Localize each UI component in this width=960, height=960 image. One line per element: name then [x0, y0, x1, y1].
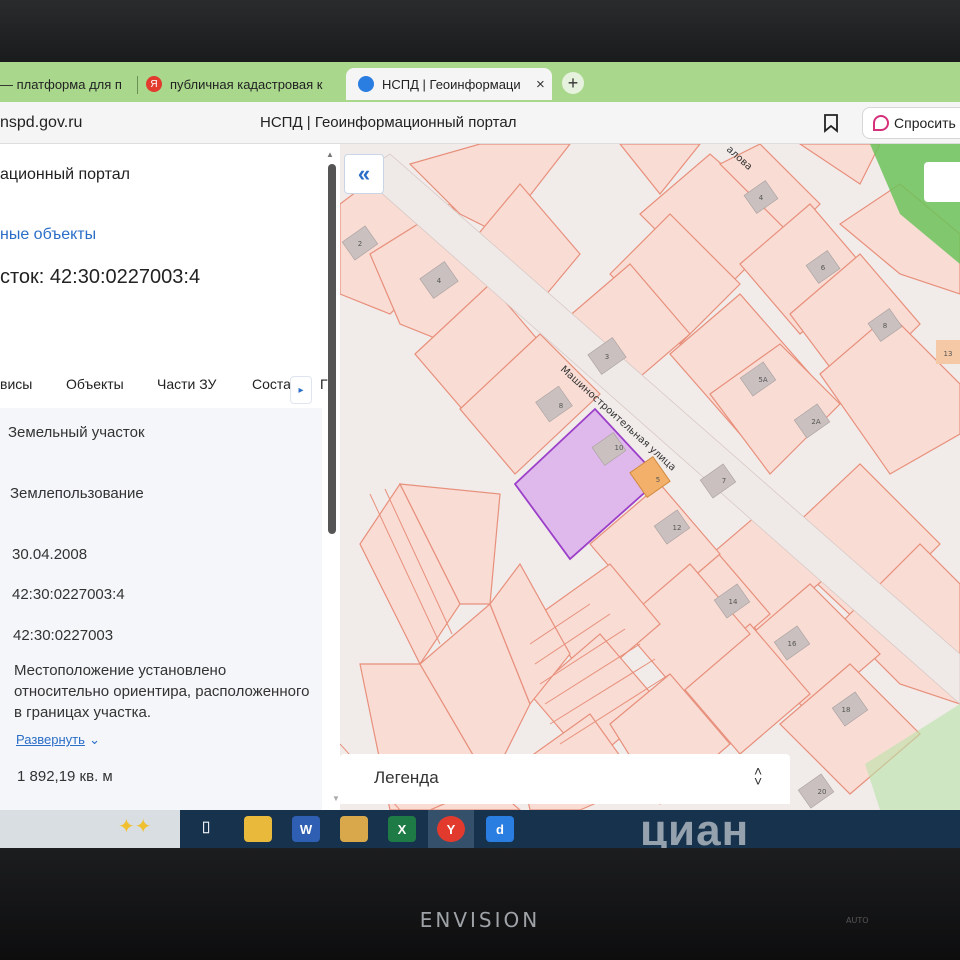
parcel-number: 4 [437, 277, 442, 285]
chevron-down-icon: ⌄ [89, 732, 100, 747]
monitor-bezel-bottom [0, 848, 960, 960]
archive-icon[interactable] [340, 816, 368, 842]
yandex-browser-icon[interactable]: Y [437, 816, 465, 842]
panel-scrollbar[interactable] [328, 164, 336, 534]
tab-nspd[interactable]: НСПД | Геоинформаци × [346, 68, 552, 100]
parcel-header: сток: 42:30:0227003:4 [0, 266, 201, 288]
ask-button-label: Спросить [894, 115, 956, 131]
tab-services[interactable]: висы [0, 376, 32, 392]
expand-link[interactable]: Развернуть ⌄ [16, 731, 100, 748]
expand-label: Развернуть [16, 732, 85, 747]
cadastral-map[interactable]: 2 4 4 6 8 3 5А 2А 8 5 10 7 12 14 16 18 2… [340, 144, 960, 810]
parcel-number: 2А [811, 418, 820, 426]
parcel-number: 10 [615, 444, 624, 452]
monitor-brand: ENVISION [419, 908, 541, 932]
browser-tab-bar: — платформа для п Я публичная кадастрова… [0, 62, 960, 102]
tab-label: НСПД | Геоинформаци [382, 76, 521, 92]
tab-more[interactable]: Г [320, 376, 328, 392]
bookmark-icon[interactable] [822, 113, 840, 133]
parcel-number: 5А [758, 376, 767, 384]
parcel-number: 12 [673, 524, 682, 532]
tab-composition[interactable]: Соста [252, 376, 291, 392]
task-view-icon[interactable]: ⌷ [192, 816, 220, 842]
parcel-number: 3 [605, 353, 609, 361]
d-app-icon[interactable]: d [486, 816, 514, 842]
parcel-number: 2 [358, 240, 362, 248]
parcel-number: 16 [788, 640, 797, 648]
field-cadastral-number: 42:30:0227003:4 [12, 586, 125, 603]
field-parcel-kind: Землепользование [10, 485, 144, 502]
url-field[interactable]: nspd.gov.ru [0, 114, 82, 132]
parcel-number: 13 [944, 350, 953, 358]
scroll-down-arrow[interactable]: ▼ [332, 794, 340, 803]
field-location: Местоположение установлено относительно … [14, 662, 310, 721]
field-area: 1 892,19 кв. м [17, 768, 113, 785]
objects-link[interactable]: ные объекты [0, 226, 96, 244]
tab-label: публичная кадастровая к [170, 76, 323, 92]
parcel-number: 4 [759, 194, 764, 202]
field-registration-date: 30.04.2008 [12, 546, 88, 563]
parcel-number: 18 [842, 706, 851, 714]
tabs-scroll-right-button[interactable]: ▸ [290, 376, 312, 404]
page-title: НСПД | Геоинформационный портал [260, 114, 517, 131]
tab-parts[interactable]: Части ЗУ [157, 376, 216, 392]
ask-button[interactable]: Спросить [862, 107, 960, 139]
windows-taskbar: ✦✦ ⌷ W X Y d [0, 810, 960, 848]
map-canvas[interactable]: 2 4 4 6 8 3 5А 2А 8 5 10 7 12 14 16 18 2… [340, 144, 960, 810]
parcel-number: 5 [656, 476, 660, 484]
nspd-icon [358, 76, 374, 92]
tab-separator [137, 76, 138, 94]
map-control-button[interactable] [924, 162, 960, 202]
yandex-icon: Я [146, 76, 162, 92]
map-building [797, 773, 835, 809]
word-icon[interactable]: W [292, 816, 320, 842]
map-parcel[interactable] [798, 144, 881, 185]
info-panel: ационный портал ные объекты сток: 42:30:… [0, 144, 340, 810]
panel-tabs: висы Объекты Части ЗУ Соста Г ▸ [0, 364, 328, 408]
legend-bar[interactable]: Легенда ˄ ˅ [340, 754, 790, 804]
tab-platform[interactable]: — платформа для п [0, 68, 135, 100]
screen: — платформа для п Я публичная кадастрова… [0, 62, 960, 848]
parcel-number: 7 [722, 477, 726, 485]
parcel-number: 6 [821, 264, 826, 272]
alice-icon [873, 115, 889, 131]
tab-objects[interactable]: Объекты [66, 376, 124, 392]
parcel-fields: Земельный участок Землепользование 30.04… [0, 408, 322, 810]
parcel-number: 8 [883, 322, 887, 330]
field-object-type: Земельный участок [8, 424, 145, 441]
field-cadastral-quarter: 42:30:0227003 [13, 627, 114, 644]
collapse-panel-button[interactable]: « [344, 154, 384, 194]
monitor-bezel-top [0, 0, 960, 62]
tab-cadastral-map[interactable]: Я публичная кадастровая к [146, 68, 336, 100]
monitor-auto-label: AUTO [846, 916, 869, 925]
portal-title: ационный портал [0, 166, 130, 183]
explorer-icon[interactable] [244, 816, 272, 842]
close-icon[interactable]: × [536, 76, 545, 93]
legend-label: Легенда [374, 768, 439, 787]
parcel-number: 14 [729, 598, 738, 606]
tab-label: — платформа для п [0, 76, 122, 92]
legend-toggle-icon[interactable]: ˄ ˅ [754, 764, 762, 788]
excel-icon[interactable]: X [388, 816, 416, 842]
parcel-number: 8 [559, 402, 563, 410]
address-bar: nspd.gov.ru НСПД | Геоинформационный пор… [0, 102, 960, 144]
parcel-number: 20 [818, 788, 827, 796]
copilot-icon[interactable]: ✦✦ [118, 814, 152, 839]
new-tab-button[interactable]: + [562, 72, 584, 94]
scroll-up-arrow[interactable]: ▲ [326, 150, 334, 159]
taskbar-search-area[interactable] [0, 810, 180, 848]
